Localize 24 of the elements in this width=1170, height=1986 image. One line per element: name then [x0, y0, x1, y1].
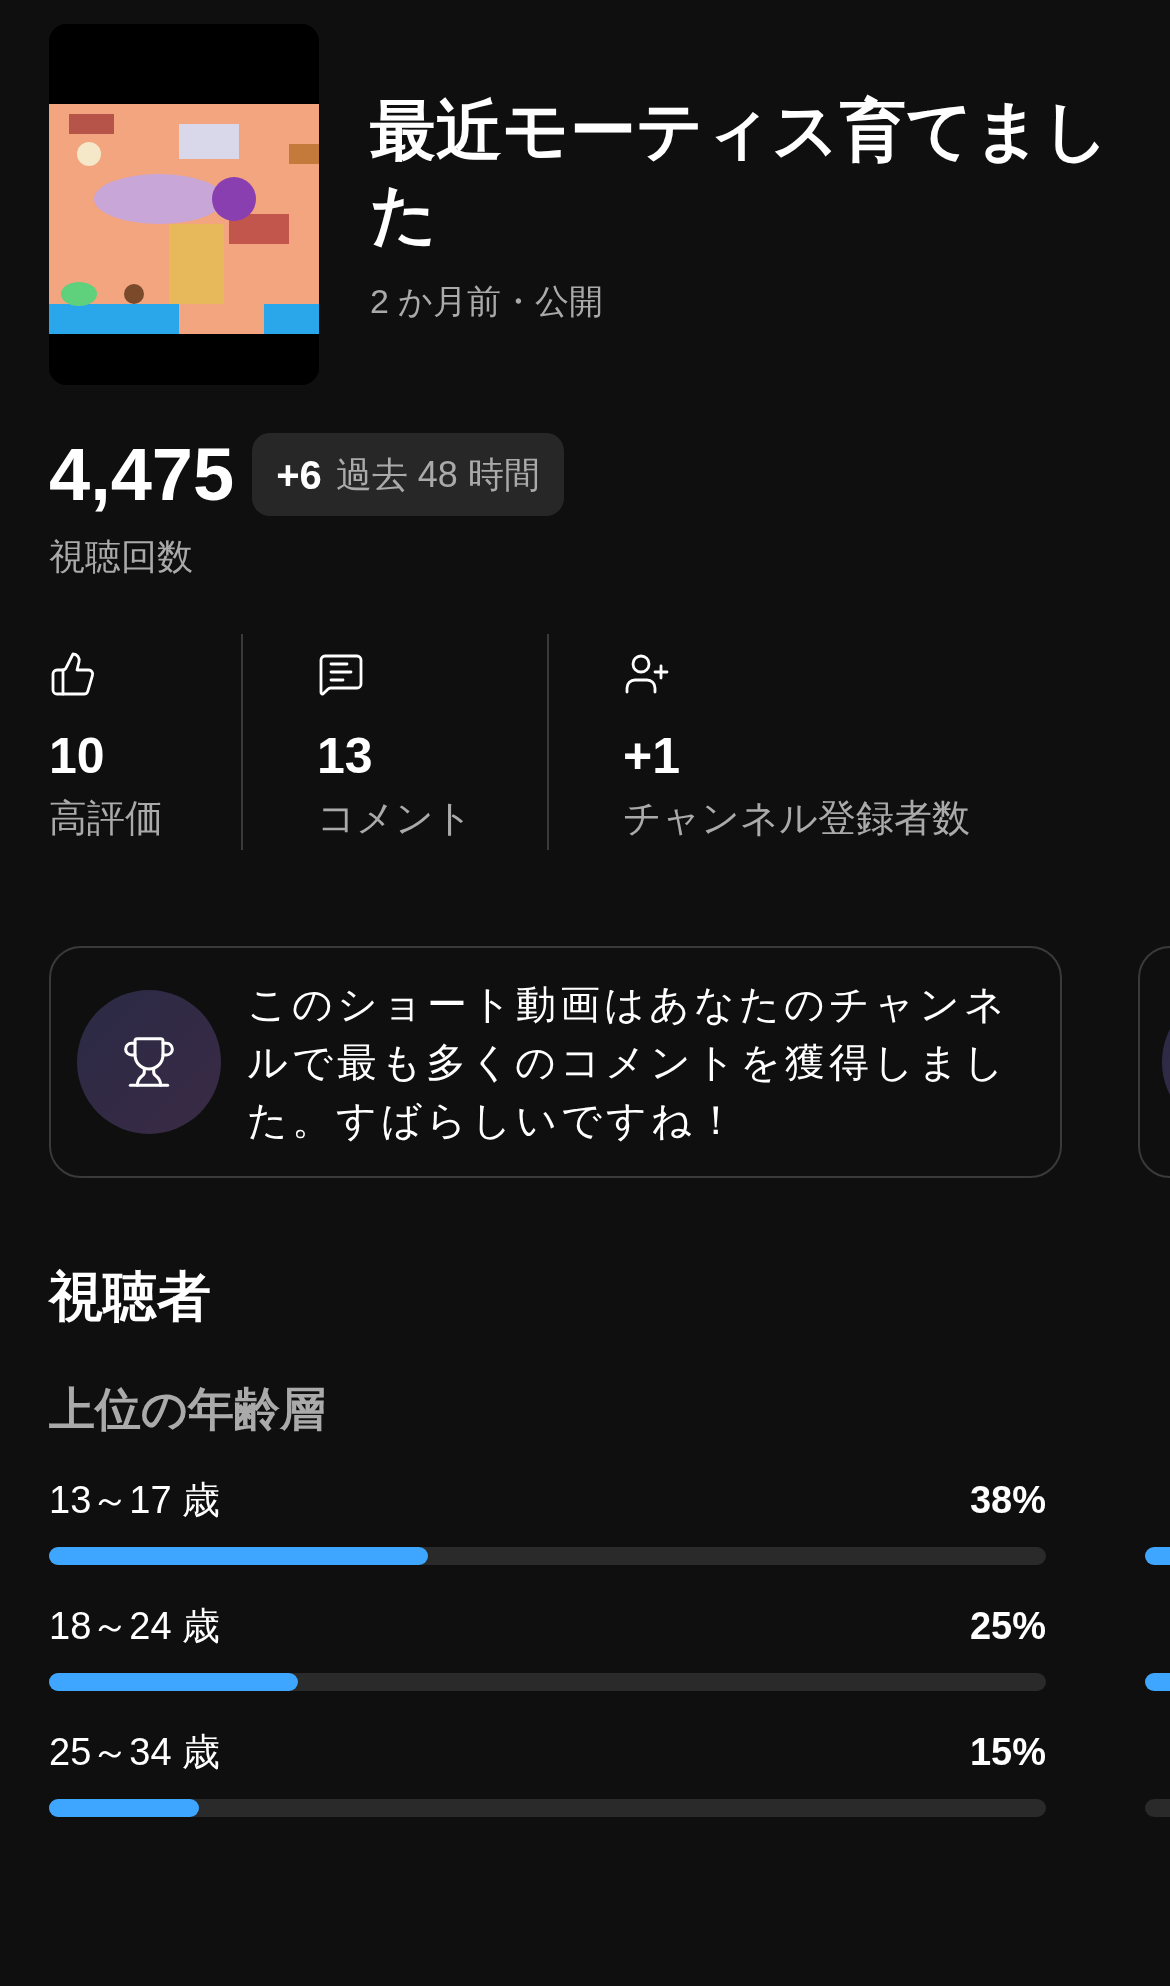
delta-period: 過去 48 時間 — [335, 452, 540, 497]
thumbs-up-icon — [49, 650, 97, 698]
stat-label: 高評価 — [49, 796, 164, 841]
section-title: 視聴者 — [47, 1265, 212, 1328]
age-range-label: 18～24 歳 — [49, 1604, 221, 1649]
view-count: 4,475 — [49, 437, 235, 512]
views-label: 視聴回数 — [48, 535, 194, 579]
video-title: 最近モーティス育てました — [370, 92, 1110, 253]
age-percentage: 25% — [969, 1604, 1046, 1649]
age-range-label: 25～34 歳 — [49, 1730, 221, 1775]
achievement-card[interactable]: このショート動画はあなたのチャンネルで最も多くのコメントを獲得しました。すばらしいですね！ — [49, 946, 1062, 1178]
trophy-icon — [121, 1034, 177, 1090]
age-heading: 上位の年齢層 — [49, 1382, 327, 1437]
age-range-label: 13～17 歳 — [49, 1478, 221, 1523]
delta-value: +6 — [276, 451, 322, 499]
stat-value: 10 — [49, 727, 106, 786]
achievement-text: このショート動画はあなたのチャンネルで最も多くのコメントを獲得しました。すばらしいですね！ — [247, 981, 1010, 1144]
stat-label: チャンネル登録者数 — [623, 796, 970, 841]
stat-value: 13 — [317, 727, 374, 786]
video-meta: 2 か月前・公開 — [370, 281, 605, 322]
stat-value: +1 — [623, 727, 681, 786]
age-percentage: 15% — [969, 1730, 1046, 1775]
stat-label: コメント — [317, 796, 474, 841]
age-percentage: 38% — [969, 1478, 1046, 1523]
